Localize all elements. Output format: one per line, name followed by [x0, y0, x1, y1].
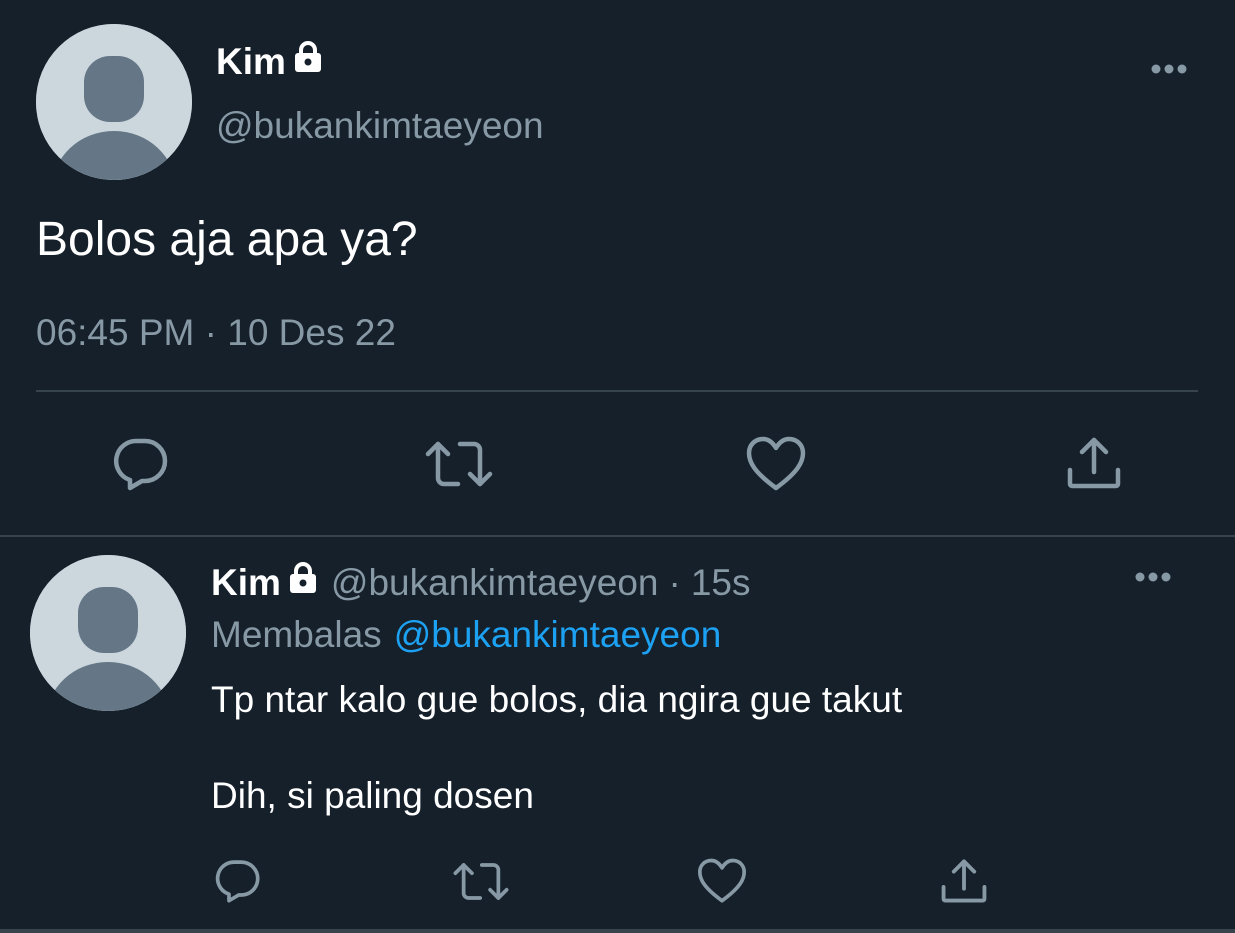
share-icon[interactable] [1066, 436, 1122, 495]
author-handle[interactable]: @bukankimtaeyeon [331, 560, 659, 606]
tweet-text: Bolos aja apa ya? [36, 213, 418, 266]
reply-icon[interactable] [112, 436, 170, 497]
author-name[interactable]: Kim [211, 560, 281, 606]
tweet-text: Tp ntar kalo gue bolos, dia ngira gue ta… [211, 679, 903, 720]
avatar[interactable] [30, 555, 186, 711]
tweet-thread: Kim @bukankimtaeyeon Bolos aja apa ya? 0… [0, 0, 1235, 933]
more-horizontal-icon[interactable] [1150, 62, 1188, 81]
author-name[interactable]: Kim [216, 40, 286, 84]
reply-icon[interactable] [214, 858, 262, 909]
tweet-timestamp[interactable]: 06:45 PM · 10 Des 22 [36, 310, 396, 356]
lock-icon [287, 560, 319, 606]
tweet-timestamp[interactable]: 15s [691, 560, 751, 606]
tweet-text: Dih, si paling dosen [211, 775, 534, 816]
replying-to: Membalas @bukankimtaeyeon [211, 612, 721, 658]
default-profile-icon [36, 24, 192, 180]
retweet-icon[interactable] [424, 438, 494, 495]
divider [36, 390, 1198, 392]
divider [0, 535, 1235, 537]
lock-icon [292, 40, 324, 84]
retweet-icon[interactable] [452, 860, 510, 908]
replying-label: Membalas [211, 614, 382, 655]
author-handle[interactable]: @bukankimtaeyeon [216, 104, 544, 148]
separator-dot: · [668, 562, 681, 603]
reply-header: Kim @bukankimtaeyeon · 15s [211, 560, 750, 606]
more-horizontal-icon[interactable] [1134, 570, 1172, 589]
like-icon[interactable] [746, 436, 806, 497]
default-profile-icon [30, 555, 186, 711]
replying-to-link[interactable]: @bukankimtaeyeon [394, 614, 722, 655]
share-icon[interactable] [940, 858, 988, 909]
like-icon[interactable] [697, 858, 747, 909]
divider [0, 929, 1235, 933]
avatar[interactable] [36, 24, 192, 180]
author-name-row[interactable]: Kim [216, 40, 324, 84]
